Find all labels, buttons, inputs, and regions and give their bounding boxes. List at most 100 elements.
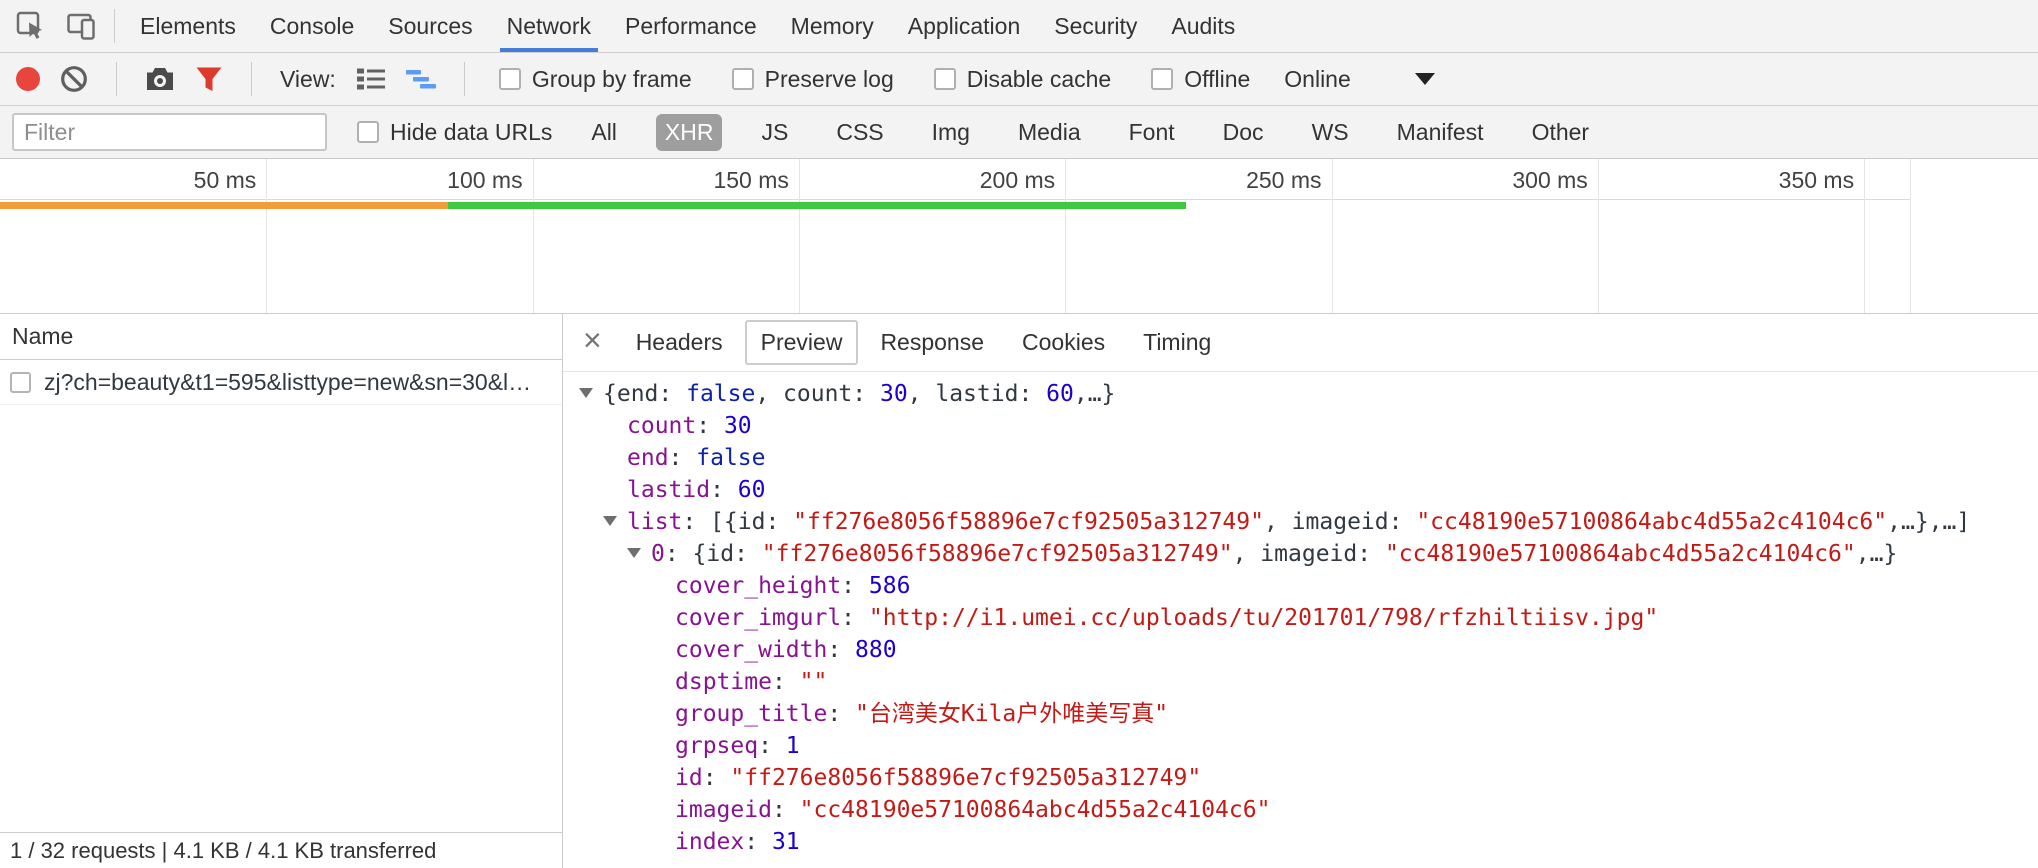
json-value-number: 30 — [880, 381, 908, 407]
throttling-value[interactable]: Online — [1284, 66, 1350, 93]
filter-type-other[interactable]: Other — [1523, 114, 1599, 151]
capture-screenshots-icon[interactable] — [145, 66, 175, 92]
main-tab-performance[interactable]: Performance — [608, 0, 774, 52]
filter-type-bar: All XHR JS CSS Img Media Font Doc WS Manifest Othe… — [582, 114, 1598, 151]
hide-data-urls-toggle[interactable]: Hide data URLs — [357, 119, 552, 146]
filter-type-css[interactable]: CSS — [827, 114, 892, 151]
filter-type-img[interactable]: Img — [923, 114, 979, 151]
checkbox-icon[interactable] — [499, 68, 521, 90]
grid-line — [1910, 159, 1911, 313]
main-tab-network[interactable]: Network — [490, 0, 608, 52]
filter-type-doc[interactable]: Doc — [1214, 114, 1273, 151]
main-tab-security[interactable]: Security — [1037, 0, 1154, 52]
detail-tab-response[interactable]: Response — [864, 320, 1000, 365]
grid-line — [1864, 159, 1865, 313]
main-tab-console[interactable]: Console — [253, 0, 371, 52]
expand-arrow-icon[interactable] — [627, 548, 641, 558]
preview-tree-line[interactable]: cover_imgurl: "http://i1.umei.cc/uploads… — [563, 602, 2038, 634]
filter-type-font[interactable]: Font — [1120, 114, 1184, 151]
detail-tab-headers[interactable]: Headers — [620, 320, 739, 365]
preview-tree-line[interactable]: index: 31 — [563, 826, 2038, 858]
preview-tree-line[interactable]: lastid: 60 — [563, 474, 2038, 506]
list-view-icon[interactable] — [356, 67, 386, 91]
json-value-string: "ff276e8056f58896e7cf92505a312749" — [793, 509, 1264, 535]
detail-tab-timing[interactable]: Timing — [1127, 320, 1227, 365]
toggle-offline[interactable]: Offline — [1151, 66, 1250, 93]
filter-type-manifest[interactable]: Manifest — [1388, 114, 1493, 151]
preview-tree-line[interactable]: 0: {id: "ff276e8056f58896e7cf92505a31274… — [563, 538, 2038, 570]
json-value-boolean: false — [686, 381, 755, 407]
checkbox-icon[interactable] — [934, 68, 956, 90]
json-text: : — [758, 733, 786, 759]
preview-tree-line[interactable]: end: false — [563, 442, 2038, 474]
filter-type-all[interactable]: All — [582, 114, 626, 151]
preview-tree-line[interactable]: group_title: "台湾美女Kila户外唯美写真" — [563, 698, 2038, 730]
grid-line — [533, 159, 534, 313]
json-key: cover_imgurl — [675, 605, 841, 631]
expand-arrow-icon[interactable] — [579, 388, 593, 398]
throttling-caret-icon[interactable] — [1415, 73, 1435, 85]
filter-type-js[interactable]: JS — [752, 114, 797, 151]
preview-tree-line[interactable]: count: 30 — [563, 410, 2038, 442]
json-key: 0 — [651, 541, 665, 567]
main-tab-memory[interactable]: Memory — [774, 0, 891, 52]
checkbox-icon[interactable] — [357, 121, 379, 143]
toggle-group-by-frame[interactable]: Group by frame — [499, 66, 692, 93]
json-key: lastid — [627, 477, 710, 503]
json-text: : — [710, 477, 738, 503]
filter-input[interactable] — [12, 113, 327, 151]
checkbox-icon[interactable] — [1151, 68, 1173, 90]
json-value-string: "" — [800, 669, 828, 695]
preview-tree-line[interactable]: list: [{id: "ff276e8056f58896e7cf92505a3… — [563, 506, 2038, 538]
json-key: group_title — [675, 701, 827, 727]
inspect-element-icon[interactable] — [16, 11, 46, 41]
json-value-number: 1 — [786, 733, 800, 759]
record-icon[interactable] — [16, 67, 40, 91]
preview-tree-line[interactable]: {end: false, count: 30, lastid: 60,…} — [563, 378, 2038, 410]
main-tab-sources[interactable]: Sources — [371, 0, 489, 52]
main-tab-audits[interactable]: Audits — [1154, 0, 1252, 52]
json-value-string: "ff276e8056f58896e7cf92505a312749" — [762, 541, 1233, 567]
filter-type-media[interactable]: Media — [1009, 114, 1090, 151]
main-tab-application[interactable]: Application — [891, 0, 1038, 52]
checkbox-icon[interactable] — [732, 68, 754, 90]
summary-bar: 1 / 32 requests | 4.1 KB / 4.1 KB transf… — [0, 832, 562, 868]
network-overview[interactable]: 50 ms100 ms150 ms200 ms250 ms300 ms350 m… — [0, 159, 2038, 314]
toggle-preserve-log[interactable]: Preserve log — [732, 66, 894, 93]
request-details-panel: × HeadersPreviewResponseCookiesTiming {e… — [563, 314, 2038, 868]
preview-tree-line[interactable]: grpseq: 1 — [563, 730, 2038, 762]
close-icon[interactable]: × — [571, 322, 614, 363]
clear-icon[interactable] — [60, 65, 88, 93]
overview-bar — [0, 202, 448, 209]
grid-line — [799, 159, 800, 313]
detail-tab-cookies[interactable]: Cookies — [1006, 320, 1121, 365]
preview-tree-line[interactable]: id: "ff276e8056f58896e7cf92505a312749" — [563, 762, 2038, 794]
expand-arrow-icon[interactable] — [603, 516, 617, 526]
preview-tree-line[interactable]: cover_width: 880 — [563, 634, 2038, 666]
filter-type-xhr[interactable]: XHR — [656, 114, 723, 151]
main-tab-elements[interactable]: Elements — [123, 0, 253, 52]
json-key: index — [675, 829, 744, 855]
devtools-window: ElementsConsoleSourcesNetworkPerformance… — [0, 0, 2038, 868]
preview-tree-line[interactable]: cover_height: 586 — [563, 570, 2038, 602]
device-toolbar-icon[interactable] — [66, 11, 96, 41]
detail-tab-preview[interactable]: Preview — [745, 320, 859, 365]
toggle-label: Disable cache — [967, 66, 1111, 93]
request-list-empty-area — [0, 405, 562, 832]
preview-tree-line[interactable]: imageid: "cc48190e57100864abc4d55a2c4104… — [563, 794, 2038, 826]
json-key: list — [627, 509, 682, 535]
overview-toggle-icon[interactable] — [406, 67, 436, 91]
filter-icon[interactable] — [195, 66, 223, 92]
request-row[interactable]: zj?ch=beauty&t1=595&listtype=new&sn=30&l… — [0, 360, 562, 405]
request-icon — [10, 372, 31, 393]
detail-tab-bar: × HeadersPreviewResponseCookiesTiming — [563, 314, 2038, 372]
json-value-boolean: false — [696, 445, 765, 471]
overview-bar — [448, 202, 1186, 209]
preview-tree-line[interactable]: dsptime: "" — [563, 666, 2038, 698]
json-text: {end: — [603, 381, 686, 407]
tick-label: 250 ms — [1246, 167, 1321, 194]
json-key: count — [627, 413, 696, 439]
name-column-header[interactable]: Name — [0, 314, 562, 360]
toggle-disable-cache[interactable]: Disable cache — [934, 66, 1111, 93]
filter-type-ws[interactable]: WS — [1303, 114, 1358, 151]
